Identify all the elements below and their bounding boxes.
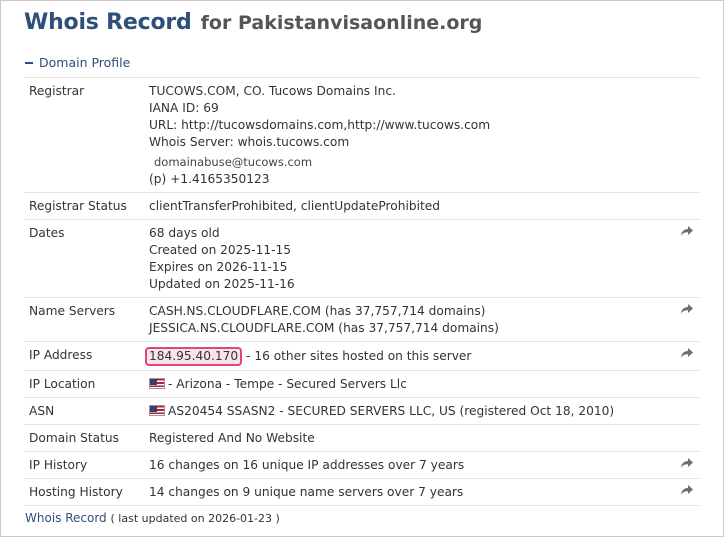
value-ip-address: 184.95.40.170 - 16 other sites hosted on…: [145, 341, 670, 371]
value-asn: AS20454 SSASN2 - SECURED SERVERS LLC, US…: [149, 397, 670, 425]
share-arrow-icon[interactable]: [680, 303, 694, 315]
collapse-icon: [25, 61, 33, 64]
title-whois-record: Whois Record: [24, 10, 192, 35]
footer-last-updated: ( last updated on 2026-01-23 ): [110, 512, 280, 525]
title-domain: for Pakistanvisaonline.org: [200, 12, 483, 34]
row-ip-location: IP Location - Arizona - Tempe - Secured …: [24, 370, 700, 398]
value-registrar-status: clientTransferProhibited, clientUpdatePr…: [149, 192, 670, 220]
name-server-2: JESSICA.NS.CLOUDFLARE.COM (has 37,757,71…: [149, 321, 499, 335]
registrar-phone: (p) +1.4165350123: [149, 171, 670, 188]
phone-number: +1.4165350123: [170, 172, 270, 186]
value-dates: 68 days old Created on 2025-11-15 Expire…: [149, 219, 670, 298]
row-name-servers: Name Servers CASH.NS.CLOUDFLARE.COM (has…: [24, 297, 700, 342]
share-arrow-icon[interactable]: [680, 225, 694, 237]
label-dates: Dates: [24, 219, 149, 298]
label-ip-address: IP Address: [24, 341, 149, 371]
row-ip-address: IP Address 184.95.40.170 - 16 other site…: [24, 341, 700, 371]
label-ip-location: IP Location: [24, 370, 149, 398]
share-arrow-icon[interactable]: [680, 347, 694, 359]
name-server-1: CASH.NS.CLOUDFLARE.COM (has 37,757,714 d…: [149, 304, 486, 318]
dates-created: Created on 2025-11-15: [149, 243, 291, 257]
share-arrow-icon[interactable]: [680, 484, 694, 496]
label-ip-history: IP History: [24, 451, 149, 479]
ip-location-text: - Arizona - Tempe - Secured Servers Llc: [168, 377, 407, 391]
section-label: Domain Profile: [39, 55, 131, 70]
registrar-name: TUCOWS.COM, CO. Tucows Domains Inc.: [149, 84, 396, 98]
registrar-email: domainabuse@tucows.com: [154, 155, 313, 169]
footer-whois-record-link[interactable]: Whois Record: [25, 511, 107, 525]
row-registrar-status: Registrar Status clientTransferProhibite…: [24, 192, 700, 220]
label-registrar-status: Registrar Status: [24, 192, 149, 220]
row-asn: ASN AS20454 SSASN2 - SECURED SERVERS LLC…: [24, 397, 700, 425]
registrar-url: URL: http://tucowsdomains.com,http://www…: [149, 118, 491, 132]
domain-profile-table: Registrar TUCOWS.COM, CO. Tucows Domains…: [24, 77, 700, 506]
value-domain-status: Registered And No Website: [149, 424, 670, 452]
row-hosting-history: Hosting History 14 changes on 9 unique n…: [24, 478, 700, 506]
row-registrar: Registrar TUCOWS.COM, CO. Tucows Domains…: [24, 77, 700, 193]
page-title: Whois Record for Pakistanvisaonline.org: [24, 10, 482, 35]
registrar-whois-server: Whois Server: whois.tucows.com: [149, 135, 350, 149]
footer: Whois Record ( last updated on 2026-01-2…: [25, 511, 280, 525]
dates-age: 68 days old: [149, 226, 220, 240]
dates-updated: Updated on 2025-11-16: [149, 277, 295, 291]
value-hosting-history: 14 changes on 9 unique name servers over…: [149, 478, 670, 506]
section-toggle-domain-profile[interactable]: Domain Profile: [25, 55, 130, 70]
registrar-iana: IANA ID: 69: [149, 101, 219, 115]
label-domain-status: Domain Status: [24, 424, 149, 452]
label-hosting-history: Hosting History: [24, 478, 149, 506]
label-registrar: Registrar: [24, 77, 149, 193]
label-asn: ASN: [24, 397, 149, 425]
ip-address-link[interactable]: 184.95.40.170: [145, 347, 243, 366]
value-registrar: TUCOWS.COM, CO. Tucows Domains Inc. IANA…: [149, 77, 670, 193]
value-ip-location: - Arizona - Tempe - Secured Servers Llc: [149, 370, 670, 398]
ip-address-suffix: - 16 other sites hosted on this server: [246, 349, 472, 363]
dates-expires: Expires on 2026-11-15: [149, 260, 288, 274]
us-flag-icon: [149, 405, 165, 416]
row-dates: Dates 68 days old Created on 2025-11-15 …: [24, 219, 700, 298]
label-name-servers: Name Servers: [24, 297, 149, 342]
value-ip-history: 16 changes on 16 unique IP addresses ove…: [149, 451, 670, 479]
value-name-servers: CASH.NS.CLOUDFLARE.COM (has 37,757,714 d…: [149, 297, 670, 342]
phone-prefix: (p): [149, 172, 167, 186]
row-ip-history: IP History 16 changes on 16 unique IP ad…: [24, 451, 700, 479]
share-arrow-icon[interactable]: [680, 457, 694, 469]
us-flag-icon: [149, 378, 165, 389]
row-domain-status: Domain Status Registered And No Website: [24, 424, 700, 452]
asn-text: AS20454 SSASN2 - SECURED SERVERS LLC, US…: [168, 404, 615, 418]
